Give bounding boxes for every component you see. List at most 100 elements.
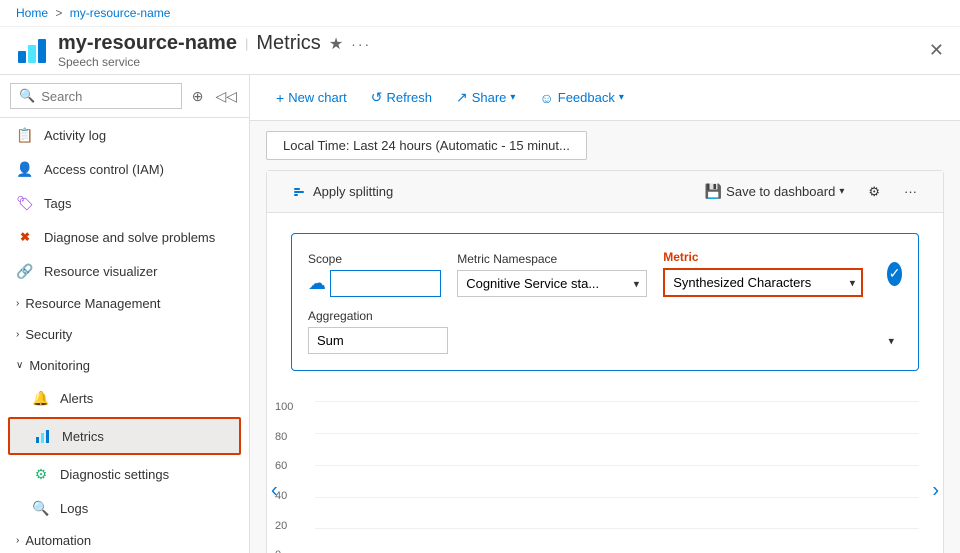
chart-container: Apply splitting 💾 Save to dashboard ▾ ⚙ … <box>266 170 944 553</box>
breadcrumb-home[interactable]: Home <box>16 6 48 20</box>
ellipsis-icon[interactable]: ··· <box>351 36 371 52</box>
time-filter-label: Local Time: Last 24 hours (Automatic - 1… <box>283 138 570 153</box>
sidebar-item-logs[interactable]: 🔍 Logs <box>0 491 249 525</box>
resource-subtitle: Speech service <box>58 55 929 69</box>
feedback-label: Feedback <box>558 90 615 105</box>
sidebar-label-metrics: Metrics <box>62 429 104 444</box>
sidebar-label-resource-visualizer: Resource visualizer <box>44 264 157 279</box>
scope-input[interactable] <box>330 270 441 297</box>
breadcrumb-resource[interactable]: my-resource-name <box>70 6 171 20</box>
alerts-icon: 🔔 <box>32 389 50 407</box>
feedback-dropdown-icon: ▾ <box>619 92 624 103</box>
y-axis: 100 80 60 40 20 0 <box>275 401 293 553</box>
metric-row: Scope ☁ Metric Namespace <box>291 233 919 371</box>
sidebar-item-resource-visualizer[interactable]: 🔗 Resource visualizer <box>0 254 249 288</box>
grid-line-20 <box>315 528 919 529</box>
time-filter-button[interactable]: Local Time: Last 24 hours (Automatic - 1… <box>266 131 587 160</box>
apply-splitting-label: Apply splitting <box>313 184 393 199</box>
logs-icon: 🔍 <box>32 499 50 517</box>
sidebar-item-security[interactable]: › Security <box>0 319 249 350</box>
metrics-icon <box>34 427 52 445</box>
sidebar-label-resource-management: Resource Management <box>25 296 160 311</box>
pipe-separator: | <box>245 36 248 51</box>
save-dashboard-dropdown: ▾ <box>839 186 844 197</box>
refresh-button[interactable]: ↺ Refresh <box>361 83 442 112</box>
sidebar-item-alerts[interactable]: 🔔 Alerts <box>0 381 249 415</box>
breadcrumb-separator: > <box>55 6 62 20</box>
sidebar-item-tags[interactable]: 🏷 Tags <box>0 186 249 220</box>
refresh-icon: ↺ <box>371 89 383 106</box>
share-dropdown-icon: ▾ <box>510 92 515 103</box>
metric-field: Metric Synthesized Characters <box>663 250 863 297</box>
new-chart-icon: + <box>276 90 284 106</box>
metric-namespace-field: Metric Namespace Cognitive Service sta..… <box>457 252 647 297</box>
aggregation-select[interactable]: Sum <box>308 327 448 354</box>
content-area: + New chart ↺ Refresh ↗ Share ▾ ☺ Feedba… <box>250 75 960 553</box>
sidebar-label-diagnostic-settings: Diagnostic settings <box>60 467 169 482</box>
sidebar-search-area: 🔍 ⊕ ◁◁ <box>0 75 249 118</box>
sidebar-item-resource-management[interactable]: › Resource Management <box>0 288 249 319</box>
scope-field: Scope ☁ <box>308 252 441 297</box>
grid-line-60 <box>315 465 919 466</box>
search-input-wrapper[interactable]: 🔍 <box>10 83 182 109</box>
chart-settings-icon: ⚙ <box>868 184 880 200</box>
aggregation-field: Aggregation Sum <box>308 309 902 354</box>
search-input[interactable] <box>41 89 173 104</box>
save-dashboard-icon: 💾 <box>705 183 722 200</box>
chart-nav-right[interactable]: › <box>932 480 939 503</box>
metric-select[interactable]: Synthesized Characters <box>663 268 863 297</box>
sidebar-item-monitoring[interactable]: ∨ Monitoring <box>0 350 249 381</box>
new-chart-label: New chart <box>288 90 347 105</box>
sidebar-label-monitoring: Monitoring <box>29 358 90 373</box>
grid-line-40 <box>315 497 919 498</box>
page-title: Metrics <box>256 32 320 55</box>
sidebar-label-tags: Tags <box>44 196 71 211</box>
feedback-button[interactable]: ☺ Feedback ▾ <box>529 84 633 112</box>
activity-log-icon: 📋 <box>16 126 34 144</box>
grid-line-80 <box>315 433 919 434</box>
chart-plot-area <box>315 401 919 553</box>
sidebar-label-access-control: Access control (IAM) <box>44 162 164 177</box>
security-chevron: › <box>16 329 19 340</box>
sidebar-label-alerts: Alerts <box>60 391 93 406</box>
metric-config-area: Scope ☁ Metric Namespace <box>267 213 943 391</box>
sidebar-label-activity-log: Activity log <box>44 128 106 143</box>
close-button[interactable]: ✕ <box>929 40 944 61</box>
sidebar-label-diagnose: Diagnose and solve problems <box>44 230 215 245</box>
breadcrumb: Home > my-resource-name <box>0 0 960 27</box>
refresh-label: Refresh <box>386 90 432 105</box>
chart-graph: ‹ › 100 80 60 40 20 0 <box>267 391 943 553</box>
top-bar: my-resource-name | Metrics ★ ··· Speech … <box>0 27 960 75</box>
diagnostic-settings-icon: ⚙ <box>32 465 50 483</box>
sidebar-filter-icon[interactable]: ⊕ <box>190 86 206 107</box>
scope-label: Scope <box>308 252 441 266</box>
star-icon[interactable]: ★ <box>329 34 343 54</box>
sidebar-item-automation[interactable]: › Automation <box>0 525 249 553</box>
feedback-icon: ☺ <box>539 90 553 106</box>
metric-namespace-select[interactable]: Cognitive Service sta... <box>457 270 647 297</box>
new-chart-button[interactable]: + New chart <box>266 84 357 112</box>
sidebar-item-access-control[interactable]: 👤 Access control (IAM) <box>0 152 249 186</box>
chart-settings-button[interactable]: ⚙ <box>858 179 890 204</box>
sidebar: 🔍 ⊕ ◁◁ 📋 Activity log 👤 Access control (… <box>0 75 250 553</box>
sidebar-item-activity-log[interactable]: 📋 Activity log <box>0 118 249 152</box>
chart-nav-left[interactable]: ‹ <box>271 480 278 503</box>
resource-mgmt-chevron: › <box>16 298 19 309</box>
share-icon: ↗ <box>456 89 468 106</box>
metrics-outline: Metrics <box>8 417 241 455</box>
share-button[interactable]: ↗ Share ▾ <box>446 83 525 112</box>
metric-namespace-label: Metric Namespace <box>457 252 647 266</box>
sidebar-item-metrics[interactable]: Metrics <box>10 419 239 453</box>
chart-more-button[interactable]: ··· <box>894 179 927 204</box>
resource-title: my-resource-name <box>58 32 237 55</box>
resource-visualizer-icon: 🔗 <box>16 262 34 280</box>
grid-line-100 <box>315 401 919 402</box>
save-dashboard-button[interactable]: 💾 Save to dashboard ▾ <box>695 179 855 204</box>
scope-cloud-icon: ☁ <box>308 273 326 294</box>
sidebar-item-diagnose[interactable]: ✖ Diagnose and solve problems <box>0 220 249 254</box>
sidebar-collapse-icon[interactable]: ◁◁ <box>213 86 239 107</box>
chart-toolbar: Apply splitting 💾 Save to dashboard ▾ ⚙ … <box>267 171 943 213</box>
title-block: my-resource-name | Metrics ★ ··· Speech … <box>58 32 929 69</box>
apply-splitting-button[interactable]: Apply splitting <box>283 179 403 204</box>
sidebar-item-diagnostic-settings[interactable]: ⚙ Diagnostic settings <box>0 457 249 491</box>
